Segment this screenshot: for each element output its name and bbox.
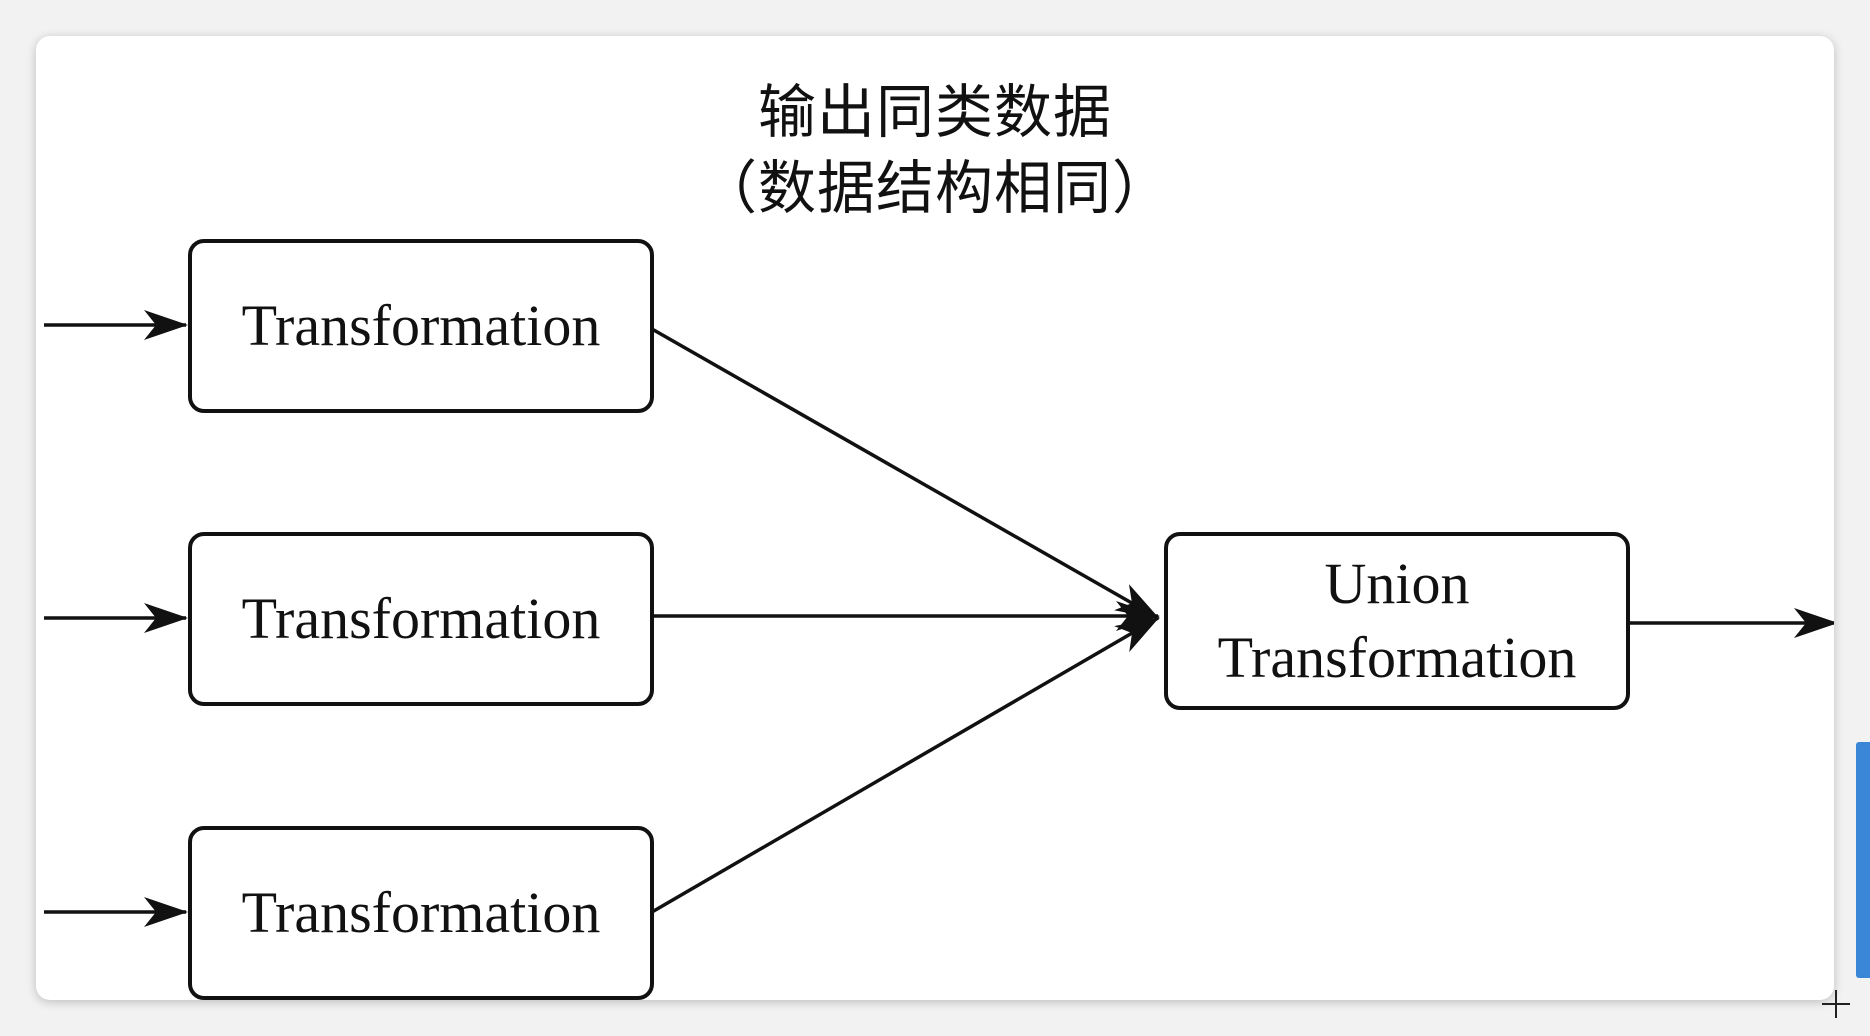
diagram-canvas: 输出同类数据 （数据结构相同） Transformation Transform… <box>36 36 1834 1000</box>
vertical-scrollbar-thumb[interactable] <box>1856 742 1870 978</box>
crosshair-cursor-icon <box>1822 990 1850 1018</box>
transformation-box-1: Transformation <box>188 239 654 413</box>
union-label-line-2: Transformation <box>1217 625 1577 690</box>
edge-transformation-3-to-union <box>651 616 1160 914</box>
transformation-label-1: Transformation <box>241 293 601 358</box>
transformation-label-3: Transformation <box>241 880 601 945</box>
union-transformation-box: Union Transformation <box>1164 532 1630 710</box>
transformation-box-3: Transformation <box>188 826 654 1000</box>
edge-transformation-1-to-union <box>651 327 1160 620</box>
transformation-box-2: Transformation <box>188 532 654 706</box>
union-label-line-1: Union <box>1324 551 1470 616</box>
transformation-label-2: Transformation <box>241 586 601 651</box>
